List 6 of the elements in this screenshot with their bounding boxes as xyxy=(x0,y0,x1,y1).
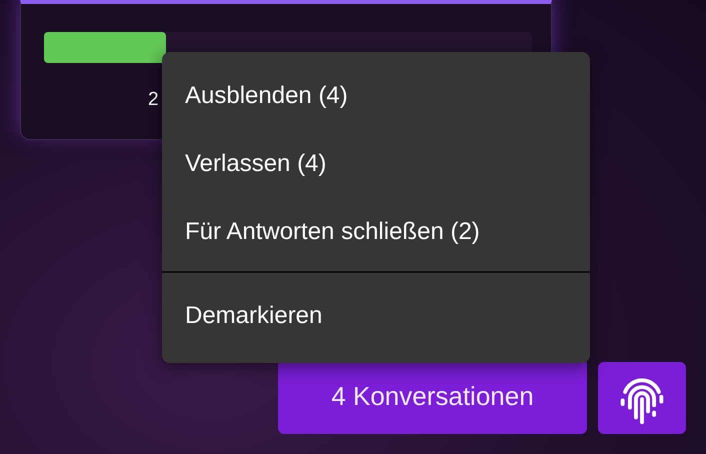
menu-item[interactable]: Verlassen (4) xyxy=(162,131,590,199)
menu-item[interactable]: Für Antworten schließen (2) xyxy=(162,199,590,267)
fingerprint-button[interactable] xyxy=(598,362,686,434)
value-label: 2 xyxy=(148,88,159,112)
menu-item[interactable]: Ausblenden (4) xyxy=(162,64,590,131)
menu-item[interactable]: Demarkieren xyxy=(162,283,590,351)
